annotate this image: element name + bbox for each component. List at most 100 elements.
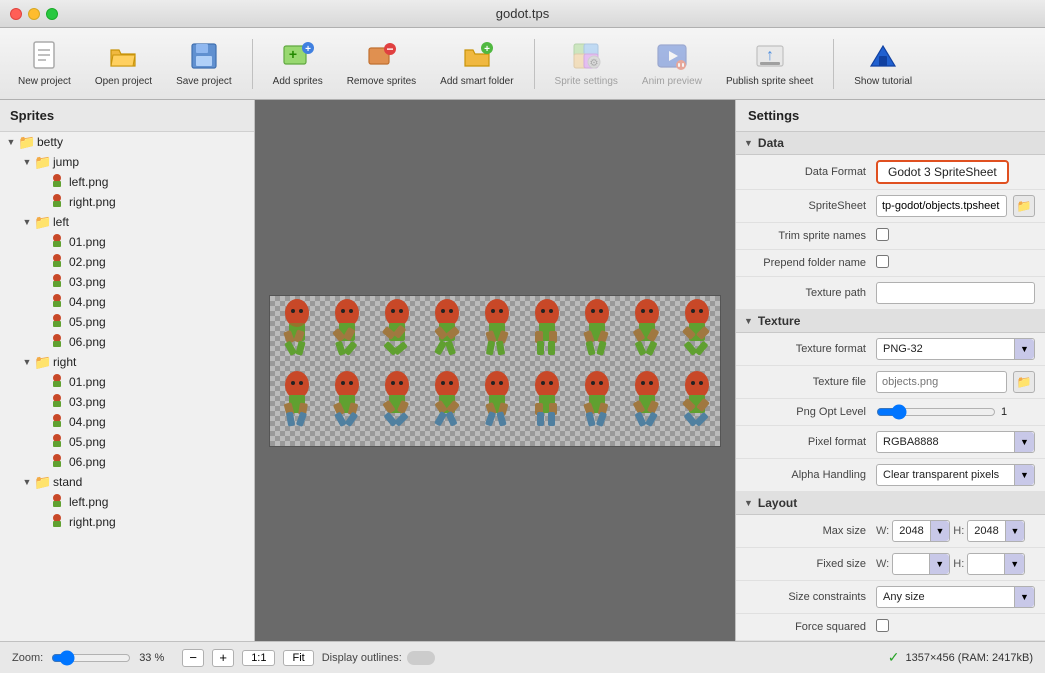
folder-icon: 📁 [34,214,50,230]
fixed-h-select[interactable]: ▼ [967,553,1025,575]
tree-item-06-png[interactable]: 06.png [0,332,254,352]
png-opt-number: 1 [1001,406,1007,418]
tree-item-left[interactable]: ▼📁left [0,212,254,232]
max-w-text: 2048 [893,525,929,537]
prepend-checkbox[interactable] [876,255,889,268]
save-project-label: Save project [176,76,232,87]
anim-preview-button[interactable]: Anim preview [632,34,712,93]
tree-item-jump[interactable]: ▼📁jump [0,152,254,172]
tree-item-s-left-png[interactable]: left.png [0,492,254,512]
png-opt-slider[interactable] [876,404,996,420]
canvas-area[interactable] [255,100,735,641]
tree-item-05-png[interactable]: 05.png [0,312,254,332]
texture-section-header[interactable]: ▼ Texture [736,310,1045,333]
png-opt-value: 1 [876,404,1035,420]
max-w-select[interactable]: 2048 ▼ [892,520,950,542]
fixed-w-select[interactable]: ▼ [892,553,950,575]
texture-format-select[interactable]: PNG-32 ▼ [876,338,1035,360]
pixel-format-select[interactable]: RGBA8888 ▼ [876,431,1035,453]
tree-item-04-png[interactable]: 04.png [0,292,254,312]
new-project-icon [28,40,60,72]
texture-format-value: PNG-32 ▼ [876,338,1035,360]
maximize-button[interactable] [46,8,58,20]
max-h-label: H: [953,525,964,537]
zoom-label: Zoom: [12,652,43,664]
layout-section-header[interactable]: ▼ Layout [736,492,1045,515]
alpha-arrow: ▼ [1014,465,1034,485]
tree-label: 05.png [69,315,106,329]
pixel-format-text: RGBA8888 [877,436,1014,448]
texture-format-row: Texture format PNG-32 ▼ [736,333,1045,366]
fixed-size-row: Fixed size W: ▼ H: ▼ [736,548,1045,581]
anim-preview-label: Anim preview [642,76,702,87]
size-constraints-arrow: ▼ [1014,587,1034,607]
tree-item-s-right-png[interactable]: right.png [0,512,254,532]
display-outlines-toggle[interactable] [407,651,435,665]
tree-item-r06-png[interactable]: 06.png [0,452,254,472]
max-h-select[interactable]: 2048 ▼ [967,520,1025,542]
sprite-tree: ▼📁betty▼📁jumpleft.pngright.png▼📁left01.p… [0,132,254,532]
minimize-button[interactable] [28,8,40,20]
spritesheet-folder-button[interactable]: 📁 [1013,195,1035,217]
zoom-minus-button[interactable]: − [182,649,204,667]
texture-path-input[interactable] [876,282,1035,304]
fixed-size-label: Fixed size [746,558,876,570]
texture-file-input[interactable] [876,371,1007,393]
tree-label: right.png [69,195,116,209]
zoom-slider[interactable] [51,650,131,666]
tree-item-left-png[interactable]: left.png [0,172,254,192]
spritesheet-input[interactable] [876,195,1007,217]
texture-file-folder-button[interactable]: 📁 [1013,371,1035,393]
tree-item-right-png[interactable]: right.png [0,192,254,212]
tree-label: jump [53,155,79,169]
alpha-select[interactable]: Clear transparent pixels ▼ [876,464,1035,486]
fixed-w-arrow: ▼ [929,554,949,574]
data-section-header[interactable]: ▼ Data [736,132,1045,155]
size-constraints-row: Size constraints Any size ▼ [736,581,1045,614]
save-project-button[interactable]: Save project [166,34,242,93]
sprite-sheet-preview [270,297,720,445]
tree-label: stand [53,475,82,489]
new-project-label: New project [18,76,71,87]
remove-sprites-button[interactable]: − Remove sprites [337,34,426,93]
fit-button[interactable]: Fit [283,650,313,666]
tree-item-02-png[interactable]: 02.png [0,252,254,272]
size-constraints-label: Size constraints [746,591,876,603]
size-constraints-select[interactable]: Any size ▼ [876,586,1035,608]
tree-label: 06.png [69,335,106,349]
tree-arrow: ▼ [4,137,18,147]
tree-item-03-png[interactable]: 03.png [0,272,254,292]
data-format-button[interactable]: Godot 3 SpriteSheet [876,160,1009,184]
new-project-button[interactable]: New project [8,34,81,93]
open-project-button[interactable]: Open project [85,34,162,93]
tree-item-betty[interactable]: ▼📁betty [0,132,254,152]
tree-item-r04-png[interactable]: 04.png [0,412,254,432]
publish-sprite-sheet-button[interactable]: ↑ Publish sprite sheet [716,34,823,93]
max-size-label: Max size [746,525,876,537]
add-smart-folder-button[interactable]: + Add smart folder [430,34,523,93]
zoom-plus-button[interactable]: + [212,649,234,667]
sprite-icon [50,334,66,350]
add-sprites-button[interactable]: + + Add sprites [263,34,333,93]
tree-label: 06.png [69,455,106,469]
window-controls[interactable] [10,8,58,20]
force-squared-checkbox[interactable] [876,619,889,632]
sprite-settings-button[interactable]: ⚙ Sprite settings [545,34,628,93]
trim-checkbox[interactable] [876,228,889,241]
tree-item-r03-png[interactable]: 03.png [0,392,254,412]
pixel-format-value: RGBA8888 ▼ [876,431,1035,453]
close-button[interactable] [10,8,22,20]
trim-label: Trim sprite names [746,230,876,242]
tree-item-stand[interactable]: ▼📁stand [0,472,254,492]
settings-panel: Settings ▼ Data Data Format Godot 3 Spri… [735,100,1045,641]
anim-preview-icon [656,40,688,72]
tree-item-r05-png[interactable]: 05.png [0,432,254,452]
remove-sprites-icon: − [365,40,397,72]
ratio-button[interactable]: 1:1 [242,650,275,666]
tree-item-r01-png[interactable]: 01.png [0,372,254,392]
tree-item-01-png[interactable]: 01.png [0,232,254,252]
png-opt-label: Png Opt Level [746,406,876,418]
show-tutorial-button[interactable]: Show tutorial [844,34,922,93]
tree-label: 02.png [69,255,106,269]
tree-item-right[interactable]: ▼📁right [0,352,254,372]
